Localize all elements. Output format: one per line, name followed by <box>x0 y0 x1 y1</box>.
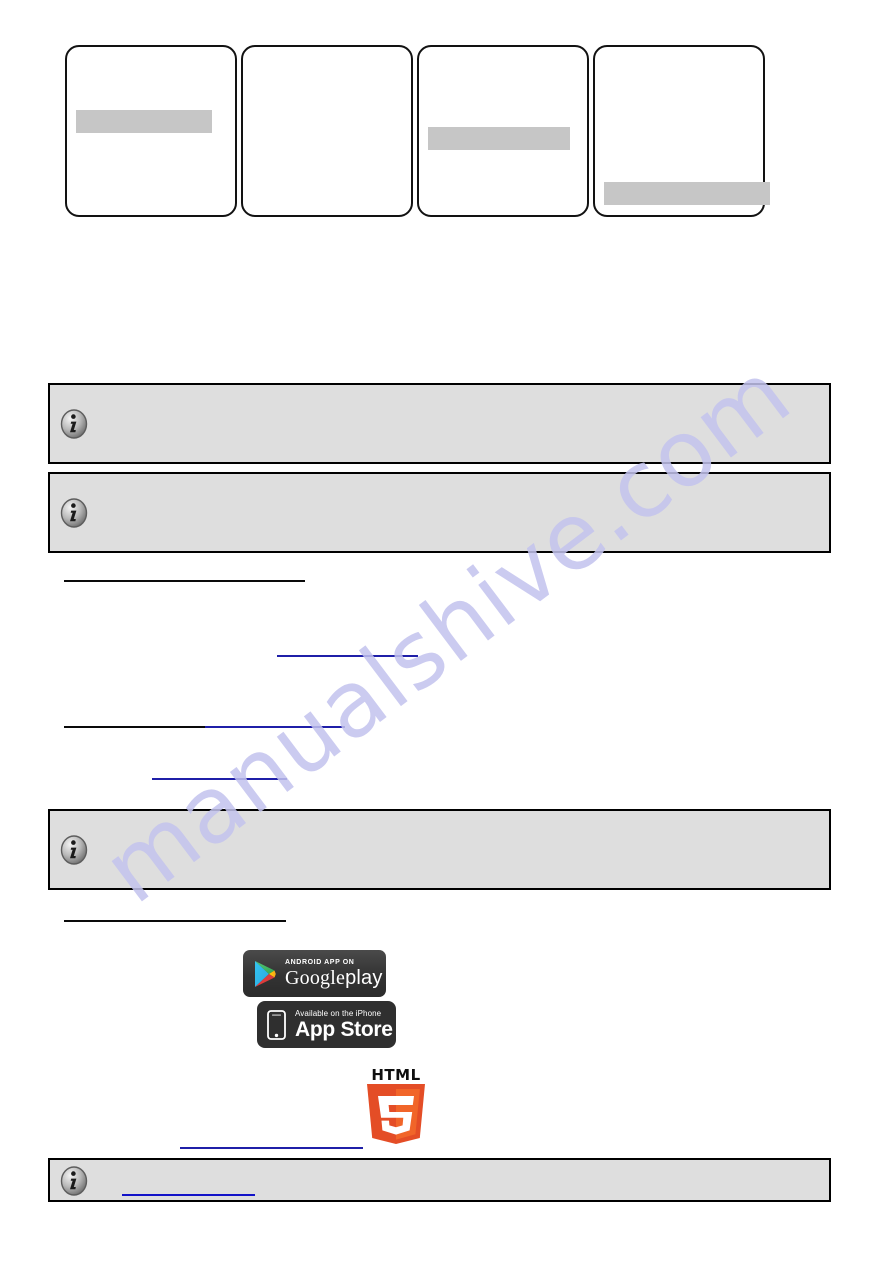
info-callout-2 <box>48 472 831 553</box>
section-heading-underline-1 <box>64 580 305 582</box>
info-icon <box>60 1166 88 1196</box>
app-store-title: App Store <box>295 1017 393 1041</box>
top-card-2 <box>241 45 413 217</box>
html5-logo[interactable]: HTML <box>362 1068 430 1144</box>
info-callout-3 <box>48 809 831 890</box>
app-store-tagline: Available on the iPhone <box>295 1008 382 1018</box>
google-play-word: play <box>345 967 383 989</box>
hyperlink-underline-4[interactable] <box>180 1147 363 1149</box>
top-card-row <box>0 0 893 240</box>
google-play-tagline: ANDROID APP ON <box>285 959 355 966</box>
google-play-brand: Google <box>285 967 346 989</box>
hyperlink-underline-5[interactable] <box>122 1194 255 1196</box>
section-heading-underline-3 <box>64 920 286 922</box>
app-store-badge[interactable]: Available on the iPhone App Store <box>257 1001 396 1048</box>
hyperlink-underline-3[interactable] <box>152 778 287 780</box>
iphone-icon <box>267 1009 286 1040</box>
section-heading-underline-2 <box>64 726 205 728</box>
info-icon <box>60 498 88 528</box>
redacted-text-block-2 <box>428 127 570 150</box>
redacted-text-block-3 <box>604 182 770 205</box>
hyperlink-underline-2[interactable] <box>205 726 345 728</box>
hyperlink-underline-1[interactable] <box>277 655 418 657</box>
document-page: manualshive.com ANDROID APP ON Googlepla… <box>0 0 893 1263</box>
info-icon <box>60 835 88 865</box>
info-icon <box>60 409 88 439</box>
google-play-badge[interactable]: ANDROID APP ON Googleplay <box>243 950 386 997</box>
info-callout-1 <box>48 383 831 464</box>
google-play-triangle-icon <box>255 960 276 987</box>
redacted-text-block-1 <box>76 110 212 133</box>
html5-shield-icon <box>367 1084 425 1144</box>
html5-wordmark: HTML <box>371 1066 421 1084</box>
